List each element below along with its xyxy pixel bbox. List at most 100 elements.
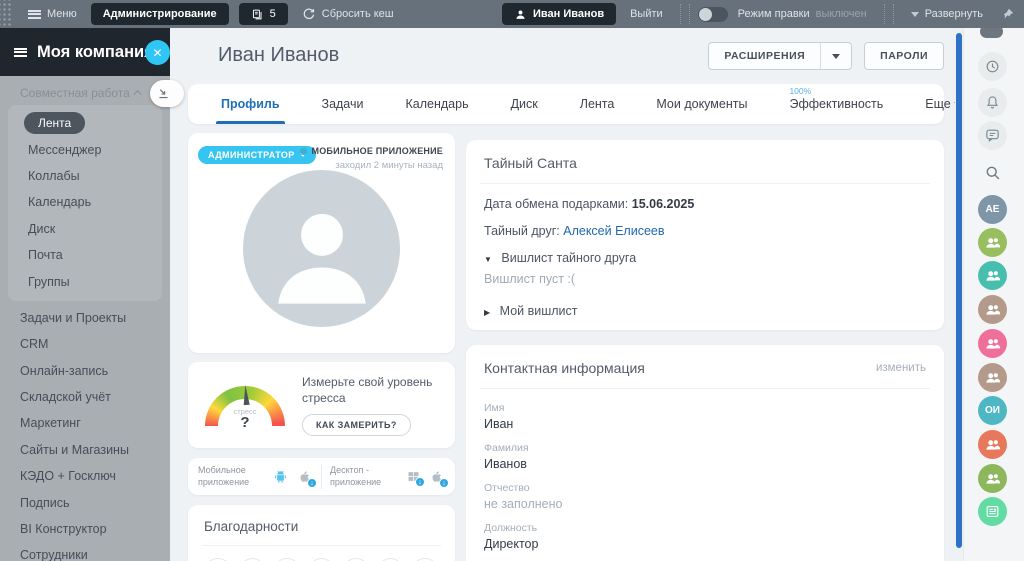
sidebar-group-collab[interactable]: Совместная работа (20, 86, 152, 100)
sidebar-item-lenta[interactable]: Лента (8, 110, 162, 136)
group-avatar[interactable] (978, 363, 1007, 392)
tab-label: Диск (511, 97, 538, 111)
tab-calendar[interactable]: Календарь (384, 84, 489, 124)
sidebar-item-tasks[interactable]: Задачи и Проекты (0, 305, 170, 331)
current-user-button[interactable]: Иван Иванов (502, 3, 616, 25)
edit-link[interactable]: изменить (876, 362, 926, 374)
sidebar-item-label: Подпись (20, 496, 69, 510)
sidebar-item-groups[interactable]: Группы (8, 268, 162, 294)
sidebar-item-booking[interactable]: Онлайн-запись (0, 358, 170, 384)
collapse-menu-button[interactable] (150, 80, 184, 107)
windows-download-button[interactable]: ↓ (406, 469, 421, 484)
news-icon (984, 503, 1001, 520)
pin-icon (1001, 7, 1015, 21)
hamburger-icon[interactable] (14, 48, 27, 57)
chat-button[interactable] (978, 121, 1007, 150)
secret-friend-link[interactable]: Алексей Елисеев (563, 224, 664, 238)
contact-info-title: Контактная информация (484, 360, 645, 376)
group-avatar[interactable] (978, 261, 1007, 290)
mobile-app-label: Мобильное приложение (198, 465, 264, 488)
history-button[interactable] (978, 52, 1007, 81)
mobile-app-status: МОБИЛЬНОЕ ПРИЛОЖЕНИЕ заходил 2 минуты на… (300, 146, 443, 171)
sidebar-item-sign[interactable]: Подпись (0, 489, 170, 515)
ios-download-button[interactable]: ↓ (297, 469, 313, 485)
tab-efficiency[interactable]: 100% Эффективность (768, 84, 904, 124)
search-button[interactable] (978, 158, 1007, 187)
group-avatar[interactable] (978, 430, 1007, 459)
current-user-name: Иван Иванов (533, 8, 604, 20)
passwords-button[interactable]: ПАРОЛИ (864, 42, 944, 70)
sidebar-item-label: Группы (28, 275, 70, 289)
group-avatar[interactable] (978, 228, 1007, 257)
profile-avatar[interactable] (243, 170, 400, 327)
group-avatar[interactable] (978, 464, 1007, 493)
hamburger-icon (28, 10, 41, 19)
tab-tasks[interactable]: Задачи (301, 84, 385, 124)
sidebar-item-mail[interactable]: Почта (8, 242, 162, 268)
sidebar-item-marketing[interactable]: Маркетинг (0, 410, 170, 436)
sidebar-item-collabs[interactable]: Коллабы (8, 163, 162, 189)
sidebar-item-crm[interactable]: CRM (0, 331, 170, 357)
secret-santa-card: Тайный Санта Дата обмена подарками: 15.0… (466, 140, 944, 330)
counter-badge[interactable]: 5 (239, 3, 288, 25)
android-download-button[interactable] (272, 468, 289, 485)
sidebar-item-label: Календарь (28, 195, 91, 209)
chevron-up-icon (133, 90, 141, 98)
tab-disk[interactable]: Диск (490, 84, 559, 124)
sidebar-item-employees[interactable]: Сотрудники (0, 542, 170, 561)
sidebar-item-label: Коллабы (28, 169, 80, 183)
friend-wishlist-toggle[interactable]: ▼ Вишлист тайного друга (484, 251, 926, 265)
tab-profile[interactable]: Профиль (200, 84, 301, 124)
group-avatar[interactable] (978, 329, 1007, 358)
tab-documents[interactable]: Мои документы (635, 84, 768, 124)
sidebar-item-messenger[interactable]: Мессенджер (8, 136, 162, 162)
sidebar-item-inventory[interactable]: Складской учёт (0, 384, 170, 410)
my-wishlist-toggle[interactable]: ▶ Мой вишлист (484, 304, 926, 318)
drag-handle-icon[interactable] (0, 0, 13, 28)
how-to-measure-button[interactable]: КАК ЗАМЕРИТЬ? (302, 414, 411, 436)
tab-more[interactable]: Еще (904, 84, 955, 124)
sidebar-item-label: Сотрудники (20, 548, 88, 561)
field-first-name: Имя Иван (484, 402, 926, 431)
logout-label: Выйти (630, 8, 663, 20)
chevron-down-icon (954, 98, 955, 106)
search-icon (983, 163, 1002, 182)
page-title: Иван Иванов (218, 44, 339, 67)
chevron-down-icon (832, 54, 840, 59)
download-badge-icon: ↓ (307, 478, 317, 488)
gift-date-label: Дата обмена подарками: (484, 197, 628, 211)
avatar-oi[interactable]: ОИ (978, 396, 1007, 425)
tab-label: Календарь (405, 97, 468, 111)
vertical-scrollbar[interactable] (956, 33, 962, 548)
stress-widget-card: стресс ? Измерьте свой уровень стресса К… (188, 362, 455, 448)
edit-mode-toggle[interactable] (698, 7, 728, 22)
administration-button[interactable]: Администрирование (91, 3, 229, 25)
avatar-ae[interactable]: АЕ (978, 195, 1007, 224)
sidebar-item-disk[interactable]: Диск (8, 216, 162, 242)
mac-download-button[interactable]: ↓ (429, 469, 445, 485)
sidebar-item-bi[interactable]: BI Конструктор (0, 516, 170, 542)
sidebar-item-kedo[interactable]: КЭДО + Госключ (0, 463, 170, 489)
triangle-right-icon: ▶ (484, 308, 490, 317)
reset-cache-button[interactable]: Сбросить кеш (293, 0, 403, 28)
close-icon: ✕ (152, 46, 162, 60)
pin-button[interactable] (992, 0, 1024, 28)
expand-button[interactable]: Развернуть (902, 0, 992, 28)
sidebar-item-sites[interactable]: Сайты и Магазины (0, 437, 170, 463)
extensions-button[interactable]: РАСШИРЕНИЯ (709, 43, 820, 69)
extensions-dropdown-button[interactable] (820, 43, 851, 69)
counter-value: 5 (270, 8, 276, 20)
menu-button[interactable]: Меню (19, 0, 86, 28)
news-avatar[interactable] (978, 497, 1007, 526)
logout-button[interactable]: Выйти (621, 0, 672, 28)
role-badge[interactable]: АДМИНИСТРАТОР (198, 146, 316, 164)
people-icon (984, 470, 1002, 488)
administration-label: Администрирование (103, 8, 217, 20)
notifications-button[interactable] (978, 88, 1007, 117)
close-sidebar-button[interactable]: ✕ (145, 40, 170, 65)
app-status-label: МОБИЛЬНОЕ ПРИЛОЖЕНИЕ (312, 146, 443, 156)
tab-feed[interactable]: Лента (559, 84, 636, 124)
sidebar-item-label: BI Конструктор (20, 522, 107, 536)
group-avatar[interactable] (978, 295, 1007, 324)
sidebar-item-calendar[interactable]: Календарь (8, 189, 162, 215)
